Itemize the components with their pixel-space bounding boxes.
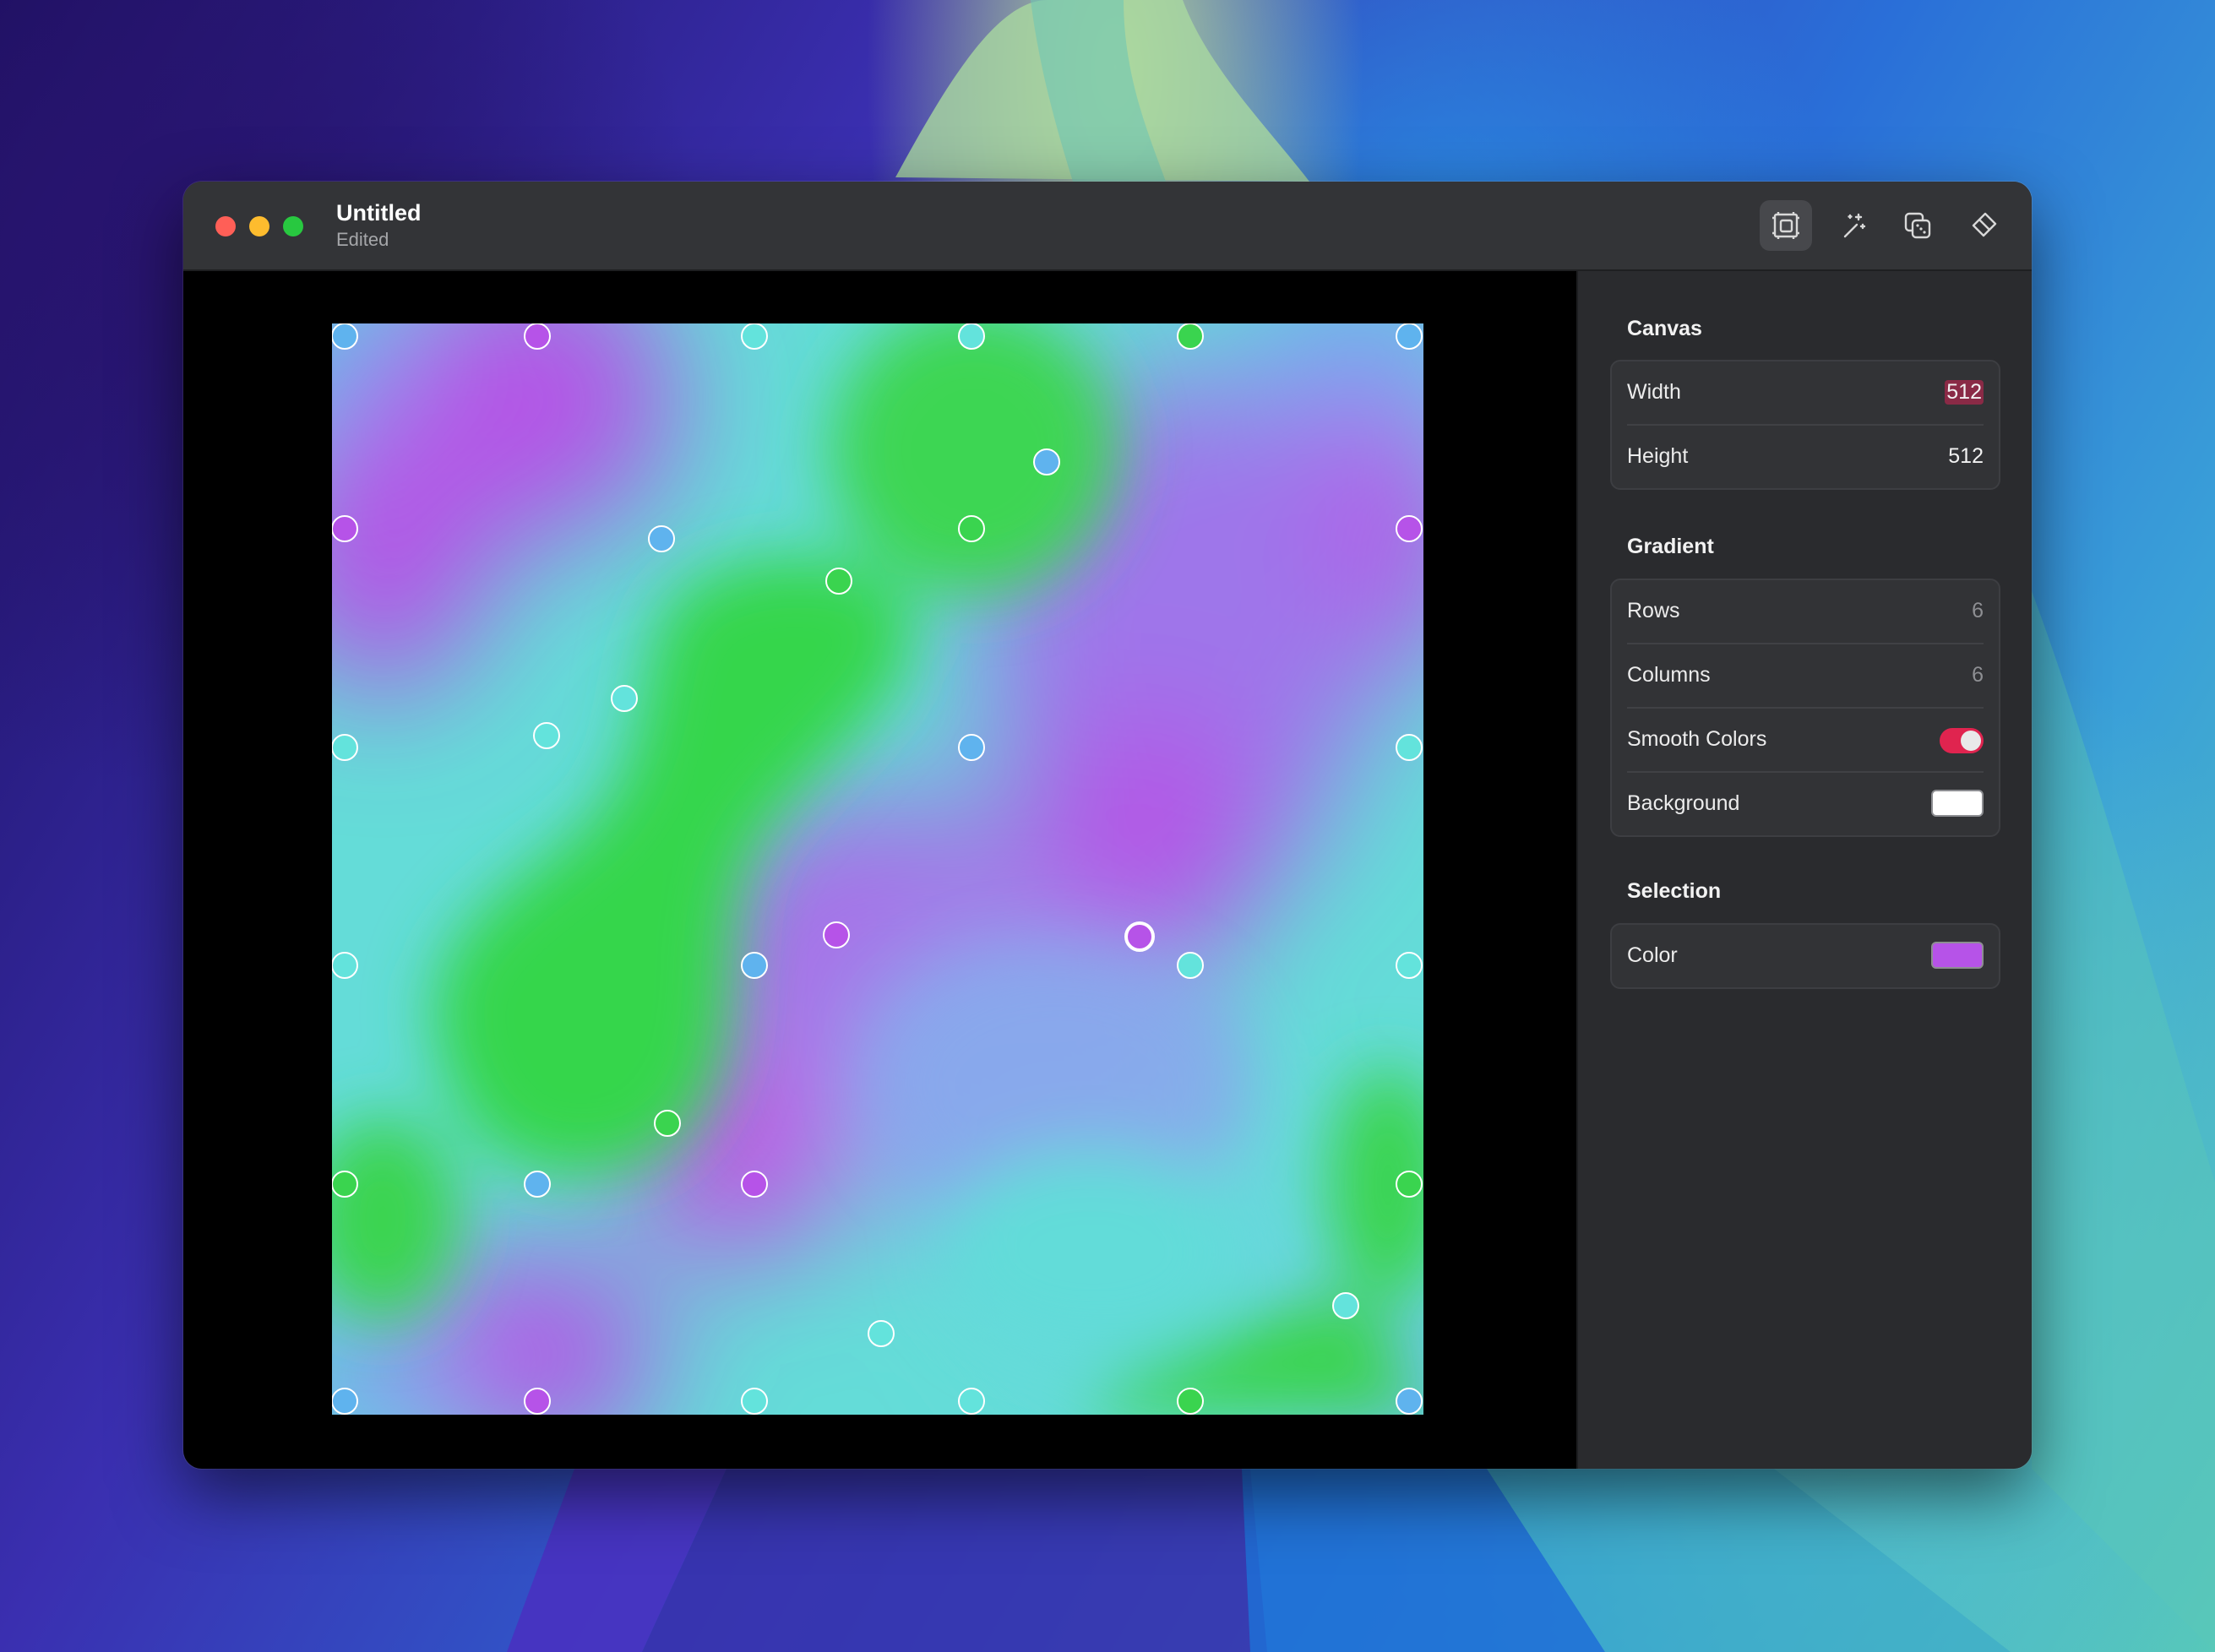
mesh-control-point[interactable] bbox=[868, 1320, 895, 1347]
mesh-control-point[interactable] bbox=[958, 734, 985, 761]
rows-row: Rows 6 bbox=[1612, 580, 1999, 643]
mesh-control-point[interactable] bbox=[524, 1388, 551, 1415]
eraser-button[interactable] bbox=[1957, 200, 2010, 251]
selection-color-well[interactable] bbox=[1931, 942, 1984, 969]
background-row: Background bbox=[1627, 771, 1984, 835]
smooth-colors-label: Smooth Colors bbox=[1627, 727, 1767, 751]
mesh-control-point[interactable] bbox=[332, 515, 358, 542]
mesh-control-point[interactable] bbox=[648, 525, 675, 552]
mesh-control-point[interactable] bbox=[958, 1388, 985, 1415]
magic-wand-icon bbox=[1843, 213, 1866, 238]
mesh-control-point[interactable] bbox=[533, 722, 560, 749]
window-title: Untitled bbox=[336, 200, 422, 226]
mesh-control-point[interactable] bbox=[1396, 952, 1423, 979]
mesh-control-point[interactable] bbox=[332, 1388, 358, 1415]
mesh-control-point[interactable] bbox=[1396, 323, 1423, 350]
mesh-control-point[interactable] bbox=[823, 921, 850, 948]
height-label: Height bbox=[1627, 444, 1689, 468]
rows-label: Rows bbox=[1627, 599, 1680, 622]
selected-control-point[interactable] bbox=[1124, 921, 1155, 952]
mesh-control-point[interactable] bbox=[741, 1171, 768, 1198]
close-button[interactable] bbox=[215, 216, 236, 236]
mesh-gradient-render bbox=[332, 323, 1423, 1415]
mesh-control-point[interactable] bbox=[1396, 1171, 1423, 1198]
selection-section-title: Selection bbox=[1627, 879, 1722, 903]
mesh-control-point[interactable] bbox=[1177, 323, 1204, 350]
color-label: Color bbox=[1627, 943, 1678, 967]
height-field[interactable]: 512 bbox=[1948, 444, 1984, 469]
canvas-section-title: Canvas bbox=[1627, 317, 1702, 340]
mesh-control-point[interactable] bbox=[1033, 448, 1060, 475]
columns-label: Columns bbox=[1627, 663, 1711, 687]
mesh-control-point[interactable] bbox=[332, 734, 358, 761]
mesh-control-point[interactable] bbox=[958, 323, 985, 350]
mesh-control-point[interactable] bbox=[654, 1110, 681, 1137]
zoom-button[interactable] bbox=[283, 216, 303, 236]
background-label: Background bbox=[1627, 791, 1740, 815]
smooth-colors-row: Smooth Colors bbox=[1627, 707, 1984, 771]
mesh-gradient-canvas[interactable] bbox=[332, 323, 1423, 1415]
mesh-control-point[interactable] bbox=[1396, 515, 1423, 542]
height-row: Height 512 bbox=[1627, 424, 1984, 488]
magic-wand-button[interactable] bbox=[1826, 200, 1878, 251]
mesh-control-point[interactable] bbox=[741, 952, 768, 979]
width-label: Width bbox=[1627, 380, 1681, 404]
mesh-control-point[interactable] bbox=[524, 1171, 551, 1198]
mesh-control-point[interactable] bbox=[958, 515, 985, 542]
color-row: Color bbox=[1612, 925, 1999, 987]
window-subtitle: Edited bbox=[336, 229, 389, 250]
mesh-control-point[interactable] bbox=[741, 1388, 768, 1415]
columns-row: Columns 6 bbox=[1627, 643, 1984, 707]
canvas-area bbox=[183, 271, 1576, 1469]
mesh-control-point[interactable] bbox=[825, 568, 852, 595]
background-color-well[interactable] bbox=[1931, 790, 1984, 817]
mesh-control-point[interactable] bbox=[1396, 734, 1423, 761]
selection-settings-group: Color bbox=[1610, 923, 2000, 989]
minimize-button[interactable] bbox=[249, 216, 269, 236]
mesh-control-point[interactable] bbox=[741, 323, 768, 350]
canvas-frame-button[interactable] bbox=[1760, 200, 1812, 251]
dice-randomize-icon bbox=[1904, 212, 1931, 239]
mesh-control-point[interactable] bbox=[1177, 1388, 1204, 1415]
smooth-colors-toggle[interactable] bbox=[1940, 728, 1984, 753]
title-bar: Untitled Edited bbox=[183, 182, 2032, 271]
randomize-button[interactable] bbox=[1891, 200, 1944, 251]
mesh-control-point[interactable] bbox=[332, 952, 358, 979]
gradient-settings-group: Rows 6 Columns 6 Smooth Colors Backgroun… bbox=[1610, 579, 2000, 837]
rows-field[interactable]: 6 bbox=[1972, 599, 1984, 623]
width-row: Width 512 bbox=[1612, 361, 1999, 424]
width-field[interactable]: 512 bbox=[1945, 380, 1984, 405]
mesh-control-point[interactable] bbox=[1332, 1292, 1359, 1319]
inspector-panel: Canvas Width 512 Height 512 Gradient Row… bbox=[1576, 271, 2032, 1469]
mesh-control-point[interactable] bbox=[611, 685, 638, 712]
app-window: Untitled Edited Canvas Width 512 Height … bbox=[183, 182, 2032, 1469]
columns-field[interactable]: 6 bbox=[1972, 663, 1984, 687]
gradient-section-title: Gradient bbox=[1627, 535, 1714, 558]
eraser-icon bbox=[1972, 212, 1997, 237]
mesh-control-point[interactable] bbox=[1177, 952, 1204, 979]
mesh-control-point[interactable] bbox=[332, 1171, 358, 1198]
canvas-settings-group: Width 512 Height 512 bbox=[1610, 360, 2000, 490]
mesh-control-point[interactable] bbox=[1396, 1388, 1423, 1415]
canvas-frame-icon bbox=[1772, 212, 1799, 239]
mesh-control-point[interactable] bbox=[524, 323, 551, 350]
